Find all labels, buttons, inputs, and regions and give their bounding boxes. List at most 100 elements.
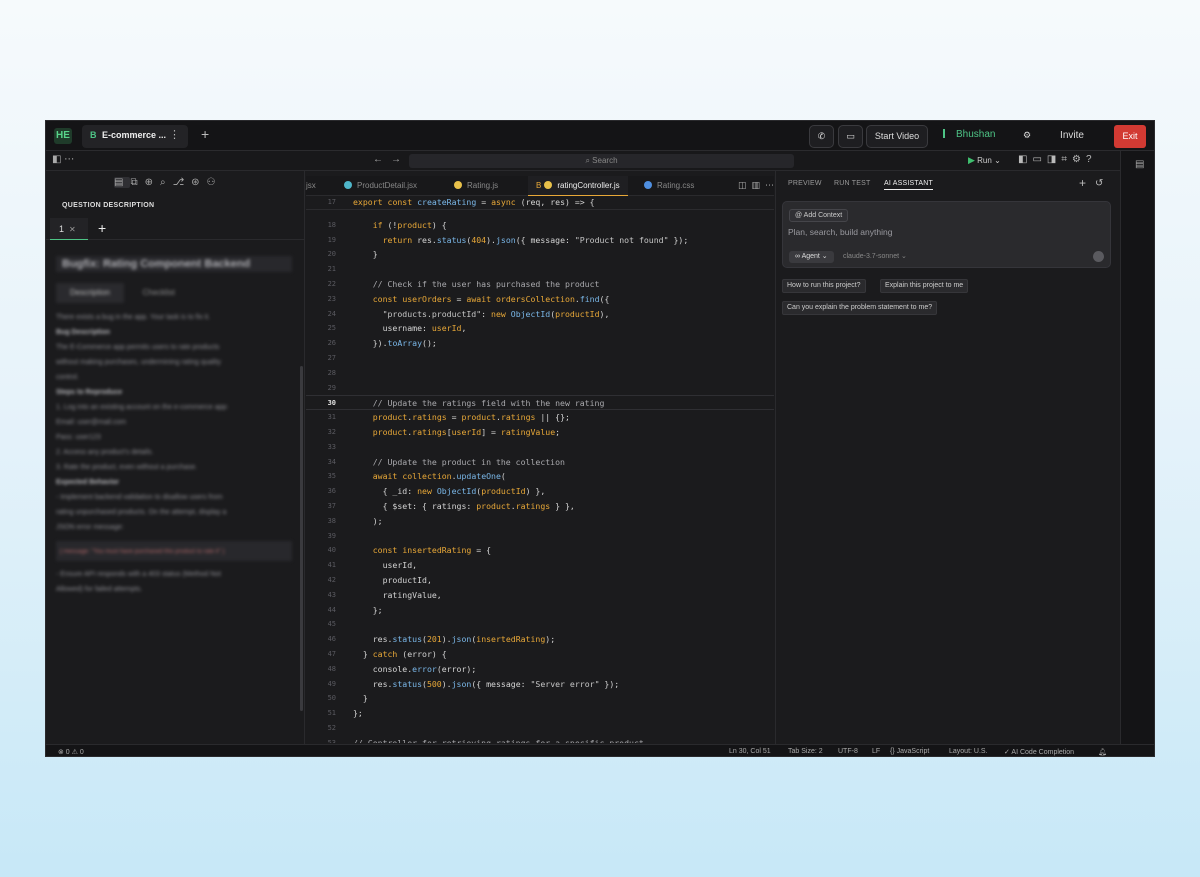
code-line[interactable]: 30 // Update the ratings field with the …: [306, 395, 774, 411]
code-line[interactable]: 51};: [306, 706, 774, 721]
user-menu[interactable]: Bhushan: [943, 129, 995, 140]
code-line[interactable]: 17 export const createRating = async (req…: [306, 197, 774, 210]
code-line[interactable]: 49 res.status(500).json({ message: "Serv…: [306, 677, 774, 692]
code-line[interactable]: 39: [306, 529, 774, 544]
tab-ai-assistant[interactable]: AI ASSISTANT: [884, 180, 933, 190]
code-line[interactable]: 50 }: [306, 691, 774, 706]
editor-tab[interactable]: ProductDetail.jsx: [344, 176, 417, 196]
description-line: without making purchases, undermining ra…: [56, 359, 221, 366]
app-logo[interactable]: HE: [54, 128, 72, 144]
code-line[interactable]: 35 await collection.updateOne(: [306, 469, 774, 484]
code-line[interactable]: 47 } catch (error) {: [306, 647, 774, 662]
code-line[interactable]: 24 "products.productId": new ObjectId(pr…: [306, 307, 774, 322]
chat-input-box[interactable]: @ Add Context Plan, search, build anythi…: [782, 201, 1111, 268]
editor-tab[interactable]: Rating.js: [454, 176, 498, 196]
tab-size[interactable]: Tab Size: 2: [788, 748, 823, 755]
search-input[interactable]: ⌕ Search: [409, 154, 794, 168]
code-editor[interactable]: 17 export const createRating = async (req…: [306, 197, 774, 743]
more-options-icon[interactable]: ⋮: [169, 128, 180, 141]
encoding[interactable]: UTF-8: [838, 748, 858, 755]
code-line[interactable]: 37 { $set: { ratings: product.ratings } …: [306, 499, 774, 514]
description-line: Pass: user123: [56, 434, 101, 441]
history-icon[interactable]: ↺: [1095, 178, 1103, 189]
code-line[interactable]: 53 // Controller for retrieving ratings f…: [306, 736, 774, 743]
sidebar-toggle-icon[interactable]: ◧ ⋯: [52, 154, 74, 165]
line-number: 43: [327, 590, 336, 599]
language-mode[interactable]: {} JavaScript: [890, 748, 929, 755]
settings-button[interactable]: ⚙: [1016, 125, 1038, 148]
add-tab-button[interactable]: +: [201, 126, 209, 142]
editor-controls-icon[interactable]: ◫▥⋯: [738, 180, 779, 191]
close-icon[interactable]: ✕: [69, 225, 76, 234]
cursor-position[interactable]: Ln 30, Col 51: [729, 748, 771, 755]
project-tab[interactable]: B E-commerce ... ⋮: [82, 125, 188, 148]
add-question-tab-button[interactable]: +: [98, 220, 106, 236]
eol[interactable]: LF: [872, 748, 880, 755]
left-panel-icons[interactable]: ▤⧉⊕⌕⎇⊛⚇: [114, 177, 222, 188]
code-line[interactable]: 45: [306, 617, 774, 632]
code-line[interactable]: 28: [306, 366, 774, 381]
code-line[interactable]: 23 const userOrders = await ordersCollec…: [306, 292, 774, 307]
question-tab-1[interactable]: 1 ✕: [50, 218, 88, 240]
code-line[interactable]: 33: [306, 440, 774, 455]
scrollbar[interactable]: [300, 366, 303, 711]
editor-tab[interactable]: jsx: [306, 176, 316, 196]
code-line[interactable]: 20 }: [306, 247, 774, 262]
model-select[interactable]: claude-3.7-sonnet ⌄: [843, 252, 907, 260]
tab-description[interactable]: Description: [56, 283, 125, 303]
code-line[interactable]: 52: [306, 721, 774, 736]
code-line[interactable]: 46 res.status(201).json(insertedRating);: [306, 632, 774, 647]
nav-arrows-icon[interactable]: ←→: [373, 154, 409, 165]
chat-input[interactable]: Plan, search, build anything: [788, 227, 892, 237]
code-line[interactable]: 26 }).toArray();: [306, 336, 774, 351]
code-line[interactable]: 21: [306, 262, 774, 277]
add-context-label: Add Context: [803, 212, 843, 219]
code-line[interactable]: 32 product.ratings[userId] = ratingValue…: [306, 425, 774, 440]
code-line[interactable]: 18 if (!product) {: [306, 218, 774, 233]
code-line[interactable]: 43 ratingValue,: [306, 588, 774, 603]
code-line[interactable]: 34 // Update the product in the collecti…: [306, 455, 774, 470]
tab-checklist[interactable]: Checklist: [128, 283, 188, 303]
document-icon[interactable]: ▤: [114, 177, 131, 188]
code-line[interactable]: 44 };: [306, 603, 774, 618]
code-line[interactable]: 40 const insertedRating = {: [306, 543, 774, 558]
layout-controls-icon[interactable]: ◧▭◨⌗⚙?: [1018, 154, 1097, 165]
invite-button[interactable]: Invite: [1044, 125, 1100, 148]
chat-button[interactable]: ▭: [838, 125, 863, 148]
code-line[interactable]: 36 { _id: new ObjectId(productId) },: [306, 484, 774, 499]
code-line[interactable]: 27: [306, 351, 774, 366]
suggestion-chip[interactable]: How to run this project?: [782, 279, 866, 293]
code-line[interactable]: 48 console.error(error);: [306, 662, 774, 677]
ai-completion-toggle[interactable]: ✓ AI Code Completion: [1004, 748, 1074, 756]
add-context-button[interactable]: @ Add Context: [789, 209, 849, 222]
suggestion-chip[interactable]: Can you explain the problem statement to…: [782, 301, 938, 315]
suggestion-chip[interactable]: Explain this project to me: [880, 279, 969, 293]
call-button[interactable]: ✆: [809, 125, 834, 148]
exit-button[interactable]: Exit: [1114, 125, 1146, 148]
code-line[interactable]: 19 return res.status(404).json({ message…: [306, 233, 774, 248]
start-video-button[interactable]: Start Video: [866, 125, 928, 148]
problems-indicator[interactable]: ⊗ 0 ⚠ 0: [58, 748, 84, 756]
code-line[interactable]: 42 productId,: [306, 573, 774, 588]
run-button[interactable]: ▶ Run ⌄: [968, 155, 1001, 166]
code-line[interactable]: 29: [306, 381, 774, 396]
model-label: claude-3.7-sonnet: [843, 253, 900, 260]
code-line[interactable]: 31 product.ratings = product.ratings || …: [306, 410, 774, 425]
editor-tab[interactable]: BratingController.js: [528, 176, 628, 196]
agent-mode-select[interactable]: ∞ Agent ⌄: [789, 251, 834, 263]
tab-label: 1: [59, 224, 65, 234]
keyboard-layout[interactable]: Layout: U.S.: [949, 748, 988, 755]
code-line[interactable]: 22 // Check if the user has purchased th…: [306, 277, 774, 292]
line-number: 27: [327, 354, 336, 362]
description-line: Steps to Reproduce: [56, 389, 123, 396]
send-button[interactable]: [1093, 251, 1104, 262]
tab-run-test[interactable]: RUN TEST: [834, 180, 870, 187]
plus-icon[interactable]: +: [1079, 176, 1086, 190]
code-line[interactable]: 38 );: [306, 514, 774, 529]
bell-icon[interactable]: 🔔︎: [1098, 748, 1107, 756]
tab-preview[interactable]: PREVIEW: [788, 180, 822, 187]
code-line[interactable]: 25 username: userId,: [306, 321, 774, 336]
editor-tab[interactable]: Rating.css: [644, 176, 694, 196]
notes-icon[interactable]: ▤: [1135, 159, 1144, 170]
code-line[interactable]: 41 userId,: [306, 558, 774, 573]
